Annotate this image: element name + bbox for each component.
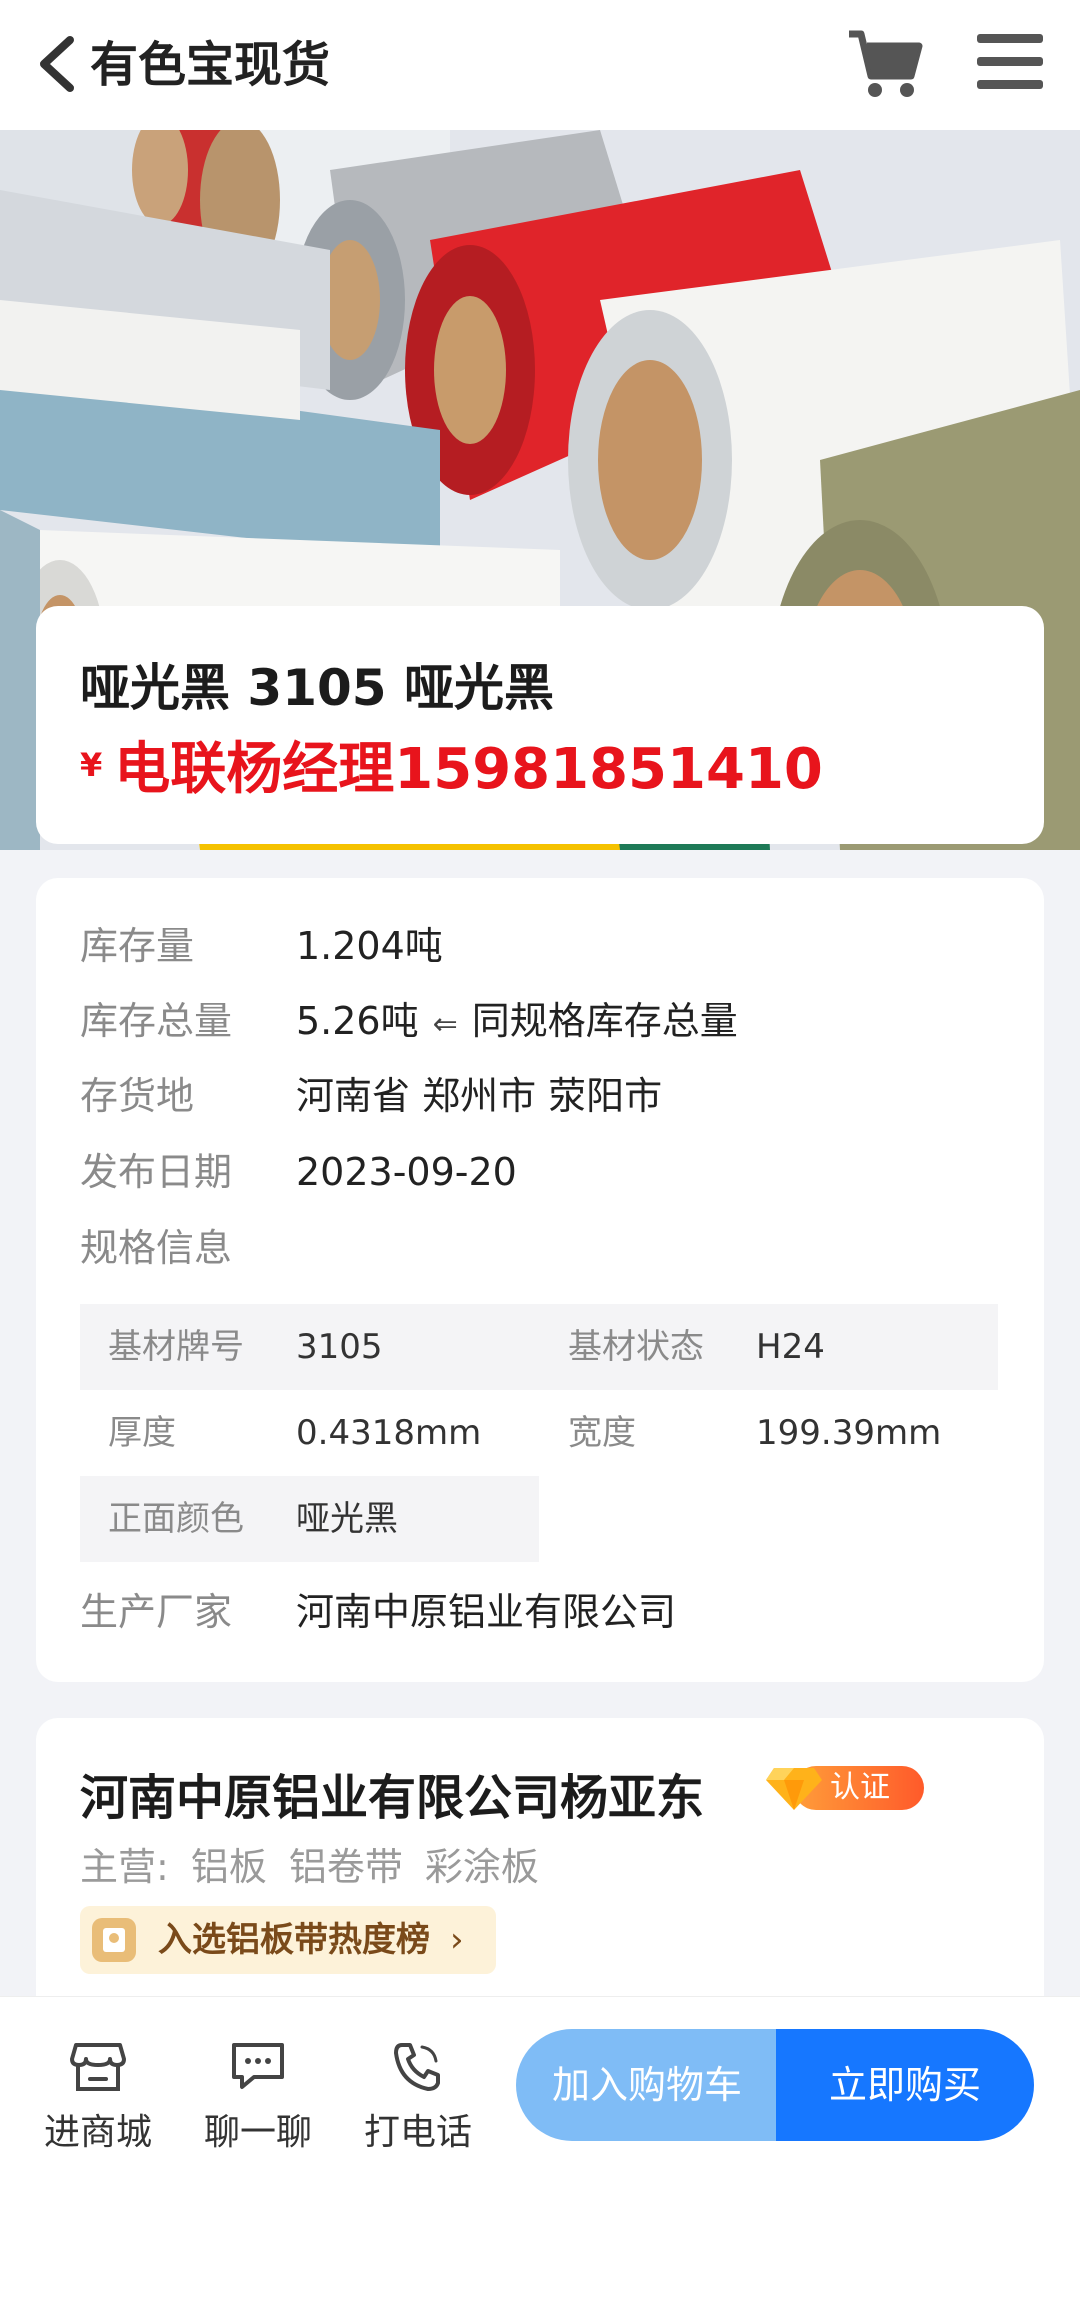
total-stock-value: 5.26吨 — [296, 999, 419, 1043]
chat-label: 聊一聊 — [203, 2112, 312, 2153]
total-stock-row[interactable]: 库存总量 5.26吨 ⇐ 同规格库存总量 — [80, 993, 738, 1053]
maker-value: 河南中原铝业有限公司 — [296, 1590, 677, 1634]
back-arrow-icon[interactable] — [30, 28, 90, 98]
color-value: 哑光黑 — [296, 1499, 398, 1539]
main-business: 主营: 铝板 铝卷带 彩涂板 — [80, 1836, 561, 1891]
certified-badge: 认证 — [764, 1762, 924, 1812]
currency-symbol: ¥ — [80, 745, 103, 784]
price-text[interactable]: 电联杨经理15981851410 — [114, 737, 823, 802]
spec-row-3: 正面颜色 哑光黑 — [80, 1476, 539, 1562]
width-label: 宽度 — [568, 1413, 636, 1453]
shop-label: 进商城 — [43, 2112, 152, 2153]
top-bar: 有色宝现货 — [0, 0, 1080, 130]
main-business-item: 彩涂板 — [424, 1845, 539, 1889]
width-value: 199.39mm — [756, 1413, 942, 1453]
date-value: 2023-09-20 — [296, 1150, 517, 1194]
main-business-item: 铝卷带 — [288, 1845, 403, 1889]
spec-row-2: 厚度 0.4318mm 宽度 199.39mm — [80, 1390, 998, 1476]
location-row: 存货地 河南省 郑州市 荥阳市 — [80, 1068, 662, 1124]
buy-now-button[interactable]: 立即购买 — [776, 2029, 1034, 2141]
state-value: H24 — [756, 1327, 825, 1367]
add-to-cart-button[interactable]: 加入购物车 — [516, 2029, 778, 2141]
phone-icon — [394, 2043, 440, 2091]
ranking-text: 入选铝板带热度榜 — [158, 1920, 430, 1960]
state-label: 基材状态 — [568, 1327, 704, 1367]
date-label: 发布日期 — [80, 1150, 233, 1194]
seller-card[interactable]: 河南中原铝业有限公司杨亚东 认证 主营: 铝板 铝卷带 彩涂板 入选铝板带热度榜 › — [36, 1718, 1044, 2038]
call-label: 打电话 — [363, 2112, 472, 2153]
maker-row: 生产厂家 河南中原铝业有限公司 — [80, 1584, 676, 1640]
page-title: 有色宝现货 — [90, 37, 331, 93]
chat-button[interactable]: 聊一聊 — [188, 2039, 328, 2155]
product-title: 哑光黑 3105 哑光黑 — [80, 659, 554, 717]
color-label: 正面颜色 — [108, 1499, 244, 1539]
spec-row-1: 基材牌号 3105 基材状态 H24 — [80, 1304, 998, 1390]
store-icon — [70, 2043, 126, 2091]
menu-icon[interactable] — [975, 30, 1045, 94]
price-card: 哑光黑 3105 哑光黑 ¥ 电联杨经理15981851410 — [36, 606, 1044, 844]
call-button[interactable]: 打电话 — [348, 2039, 488, 2155]
main-business-label: 主营: — [80, 1845, 169, 1889]
maker-label: 生产厂家 — [80, 1590, 233, 1634]
chat-icon — [232, 2043, 284, 2089]
stock-label: 库存量 — [80, 924, 195, 968]
thickness-value: 0.4318mm — [296, 1413, 482, 1453]
shopping-cart-icon[interactable] — [845, 26, 925, 100]
spec-heading: 规格信息 — [80, 1226, 233, 1270]
ranking-icon — [92, 1918, 136, 1962]
chevron-right-icon: › — [450, 1920, 464, 1960]
diamond-icon — [766, 1768, 822, 1810]
product-info-card: 库存量 1.204吨 库存总量 5.26吨 ⇐ 同规格库存总量 存货地 河南省 郑州市 荥… — [36, 878, 1044, 1682]
left-arrow-icon: ⇐ — [432, 1007, 458, 1042]
thickness-label: 厚度 — [108, 1413, 176, 1453]
spec-heading-row: 规格信息 — [80, 1220, 296, 1276]
location-value: 河南省 郑州市 荥阳市 — [296, 1074, 663, 1118]
shop-button[interactable]: 进商城 — [28, 2039, 168, 2155]
total-stock-hint: 同规格库存总量 — [471, 999, 738, 1043]
bottom-action-bar: 进商城 聊一聊 打电话 加入购物车 立即购买 — [0, 1996, 1080, 2168]
price-line: ¥ 电联杨经理15981851410 — [80, 724, 823, 805]
badge-text: 认证 — [830, 1770, 890, 1805]
total-stock-label: 库存总量 — [80, 999, 233, 1043]
bottom-spacer — [0, 2168, 1080, 2305]
stock-value: 1.204吨 — [296, 924, 443, 968]
grade-value: 3105 — [296, 1327, 383, 1367]
seller-name[interactable]: 河南中原铝业有限公司杨亚东 — [80, 1758, 704, 1828]
stock-row: 库存量 1.204吨 — [80, 918, 443, 974]
date-row: 发布日期 2023-09-20 — [80, 1144, 517, 1200]
main-business-item: 铝板 — [190, 1845, 267, 1889]
hot-ranking-tag[interactable]: 入选铝板带热度榜 › — [80, 1906, 496, 1974]
grade-label: 基材牌号 — [108, 1327, 244, 1367]
location-label: 存货地 — [80, 1074, 195, 1118]
